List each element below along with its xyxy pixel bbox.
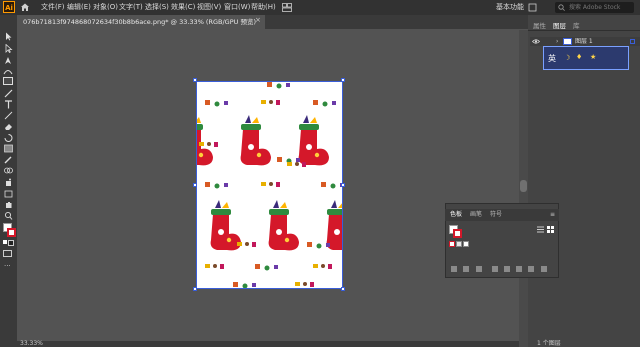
artboard[interactable] (196, 81, 343, 289)
menu-help[interactable]: 帮助(H) (251, 1, 276, 13)
add-to-library-icon[interactable] (463, 266, 469, 272)
grid-view-icon[interactable] (547, 226, 554, 233)
new-folder-icon[interactable] (516, 266, 522, 272)
swatch-options-icon[interactable] (492, 266, 498, 272)
selection-tool-icon[interactable] (3, 32, 14, 41)
menu-file[interactable]: 文件(F) (41, 1, 65, 13)
tab-swatches[interactable]: 色板 (450, 210, 462, 220)
layer-name[interactable]: 图层 1 (575, 37, 593, 46)
selection-handle[interactable] (193, 78, 197, 82)
symbol-sprayer-tool-icon[interactable] (3, 178, 14, 187)
selection-handle[interactable] (193, 183, 197, 187)
swatch-registration[interactable] (456, 241, 462, 247)
selection-handle[interactable] (341, 287, 345, 291)
menu-edit[interactable]: 编辑(E) (67, 1, 91, 13)
shirt-icon: ♦ (576, 53, 583, 61)
selection-handle[interactable] (341, 78, 345, 82)
tab-brushes[interactable]: 画笔 (470, 210, 482, 220)
swatch-none[interactable] (449, 241, 455, 247)
menu-effect[interactable]: 效果(C) (171, 1, 195, 13)
status-bar (17, 341, 519, 347)
moon-icon: ☽ (564, 54, 571, 62)
menu-type[interactable]: 文字(T) (119, 1, 143, 13)
layer-count: 1 个图层 (537, 340, 561, 347)
line-tool-icon[interactable] (3, 111, 14, 120)
gradient-mode-icon[interactable] (8, 240, 14, 246)
document-tab[interactable]: 076b71813f974868072634f30b8b6ace.png* @ … (17, 15, 265, 29)
expand-layer-icon[interactable]: › (556, 37, 558, 46)
stroke-swatch[interactable] (7, 228, 16, 237)
pen-tool-icon[interactable] (3, 56, 14, 65)
layer-target-icon[interactable] (630, 39, 635, 44)
tab-libraries[interactable]: 库 (573, 20, 580, 30)
selection-handle[interactable] (341, 183, 345, 187)
menu-select[interactable]: 选择(S) (145, 1, 169, 13)
arrange-icon[interactable] (528, 3, 537, 12)
input-method-label[interactable]: 英 (548, 53, 556, 64)
tab-layers[interactable]: 图层 (553, 20, 566, 30)
type-tool-icon[interactable] (3, 100, 14, 109)
color-group-icon[interactable] (504, 266, 510, 272)
selection-handle[interactable] (193, 287, 197, 291)
color-mode-icon[interactable] (3, 240, 7, 244)
document-tab-title: 076b71813f974868072634f30b8b6ace.png* @ … (23, 18, 256, 26)
hand-tool-icon[interactable] (3, 200, 14, 209)
menu-object[interactable]: 对象(O) (93, 1, 118, 13)
swatch-libraries-icon[interactable] (451, 266, 457, 272)
direct-selection-tool-icon[interactable] (3, 44, 14, 53)
layer-thumbnail (563, 38, 572, 45)
menu-window[interactable]: 窗口(W) (224, 1, 250, 13)
panel-divider (528, 30, 640, 31)
more-tools-icon[interactable]: ··· (4, 263, 11, 270)
zoom-tool-icon[interactable] (3, 211, 14, 220)
tab-properties[interactable]: 属性 (533, 20, 546, 30)
search-box[interactable] (555, 2, 634, 13)
star-icon: ★ (590, 53, 597, 61)
stocking-pattern (197, 82, 342, 288)
new-swatch-icon[interactable] (528, 266, 534, 272)
blend-tool-icon[interactable] (3, 166, 14, 175)
input-method-toolbar: 英 ☽ ♦ ★ (543, 46, 629, 70)
app-logo: Ai (3, 1, 15, 13)
brush-tool-icon[interactable] (3, 89, 14, 98)
eyedropper-tool-icon[interactable] (3, 155, 14, 164)
show-kinds-icon[interactable] (476, 266, 482, 272)
delete-swatch-icon[interactable] (541, 266, 547, 272)
close-tab-icon[interactable]: × (255, 16, 261, 24)
home-icon[interactable] (20, 2, 30, 12)
rectangle-tool-icon[interactable] (3, 77, 13, 85)
screen-mode-icon[interactable] (3, 250, 12, 257)
curvature-tool-icon[interactable] (3, 67, 14, 76)
workspace-switcher[interactable]: 基本功能 (496, 1, 524, 13)
swatch-stroke[interactable] (453, 229, 462, 238)
menu-view[interactable]: 视图(V) (197, 1, 221, 13)
vertical-scroll-thumb[interactable] (520, 180, 527, 192)
layout-grid-icon[interactable] (282, 3, 292, 12)
search-icon (558, 4, 565, 11)
search-input[interactable] (569, 2, 631, 13)
panel-menu-icon[interactable]: ≡ (550, 210, 555, 220)
zoom-level[interactable]: 33.33% (20, 340, 43, 347)
artboard-tool-icon[interactable] (3, 189, 14, 198)
eye-icon[interactable] (532, 38, 540, 45)
gradient-tool-icon[interactable] (3, 144, 14, 153)
eraser-tool-icon[interactable] (3, 122, 14, 131)
list-view-icon[interactable] (537, 226, 544, 233)
rotate-tool-icon[interactable] (3, 133, 14, 142)
swatch-white[interactable] (463, 241, 469, 247)
tab-symbols[interactable]: 符号 (490, 210, 502, 220)
